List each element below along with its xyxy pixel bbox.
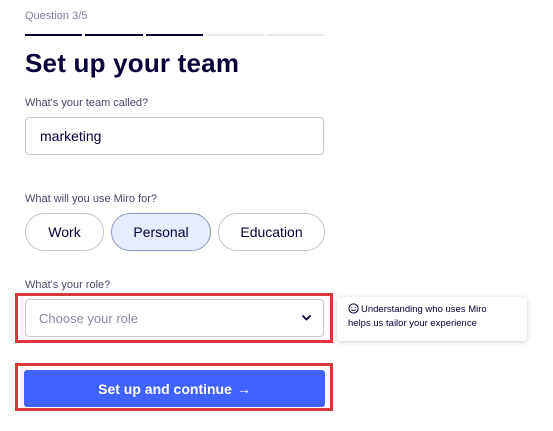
progress-segment [206,34,264,36]
tooltip-line-2: helps us tailor your experience [348,318,477,329]
progress-bar [25,34,325,36]
tooltip-text-1: Understanding who uses Miro [361,304,487,315]
role-dropdown[interactable]: Choose your role [25,299,324,337]
setup-continue-label: Set up and continue [98,380,232,397]
role-placeholder: Choose your role [39,310,138,326]
team-name-input[interactable] [25,117,324,155]
usage-label: What will you use Miro for? [25,193,158,205]
usage-option-work[interactable]: Work [25,213,104,251]
role-label: What's your role? [25,279,111,291]
role-tooltip: Understanding who uses Miro helps us tai… [337,297,527,341]
progress-segment [25,34,83,36]
setup-continue-button[interactable]: Set up and continue → [24,370,325,407]
progress-segment [145,34,204,36]
progress-segment [266,34,325,36]
tooltip-line-1: Understanding who uses Miro [348,303,517,317]
page-title: Set up your team [25,48,240,78]
chevron-down-icon [301,313,311,323]
question-counter: Question 3/5 [25,10,88,22]
team-name-label: What's your team called? [25,97,149,109]
progress-segment [85,34,143,36]
usage-option-personal[interactable]: Personal [111,213,211,251]
usage-option-education[interactable]: Education [218,213,325,251]
usage-options: Work Personal Education [25,213,325,251]
smile-icon [348,303,359,314]
arrow-right-icon: → [236,380,251,397]
